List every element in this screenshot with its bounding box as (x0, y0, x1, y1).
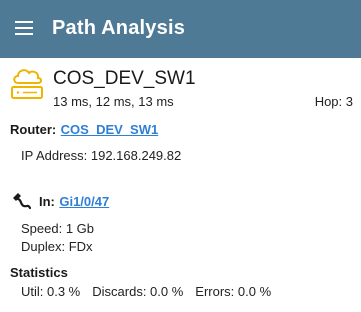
statistics-values: Util: 0.3 % Discards: 0.0 % Errors: 0.0 % (21, 284, 271, 299)
hamburger-menu-icon[interactable] (15, 21, 33, 35)
interface-link[interactable]: Gi1/0/47 (59, 194, 109, 209)
page-title: Path Analysis (52, 17, 186, 39)
ip-address: IP Address: 192.168.249.82 (21, 148, 182, 163)
stat-discards: Discards: 0.0 % (92, 284, 184, 299)
interface-duplex: Duplex: FDx (21, 239, 93, 254)
router-link[interactable]: COS_DEV_SW1 (61, 122, 159, 137)
statistics-heading: Statistics (10, 265, 68, 280)
ethernet-cable-icon (13, 193, 32, 210)
stat-errors: Errors: 0.0 % (195, 284, 272, 299)
device-name: COS_DEV_SW1 (53, 68, 196, 89)
router-label: Router: (10, 122, 57, 137)
app-bar: Path Analysis (0, 0, 361, 58)
hop-count: Hop: 3 (314, 94, 353, 109)
latency-values: 13 ms, 12 ms, 13 ms (53, 94, 174, 109)
cloud-switch-icon (11, 69, 43, 99)
stat-util: Util: 0.3 % (21, 284, 81, 299)
interface-row: In: Gi1/0/47 (39, 193, 109, 211)
router-row: Router: COS_DEV_SW1 (10, 121, 158, 139)
interface-in-label: In: (39, 194, 55, 209)
interface-speed: Speed: 1 Gb (21, 221, 94, 236)
